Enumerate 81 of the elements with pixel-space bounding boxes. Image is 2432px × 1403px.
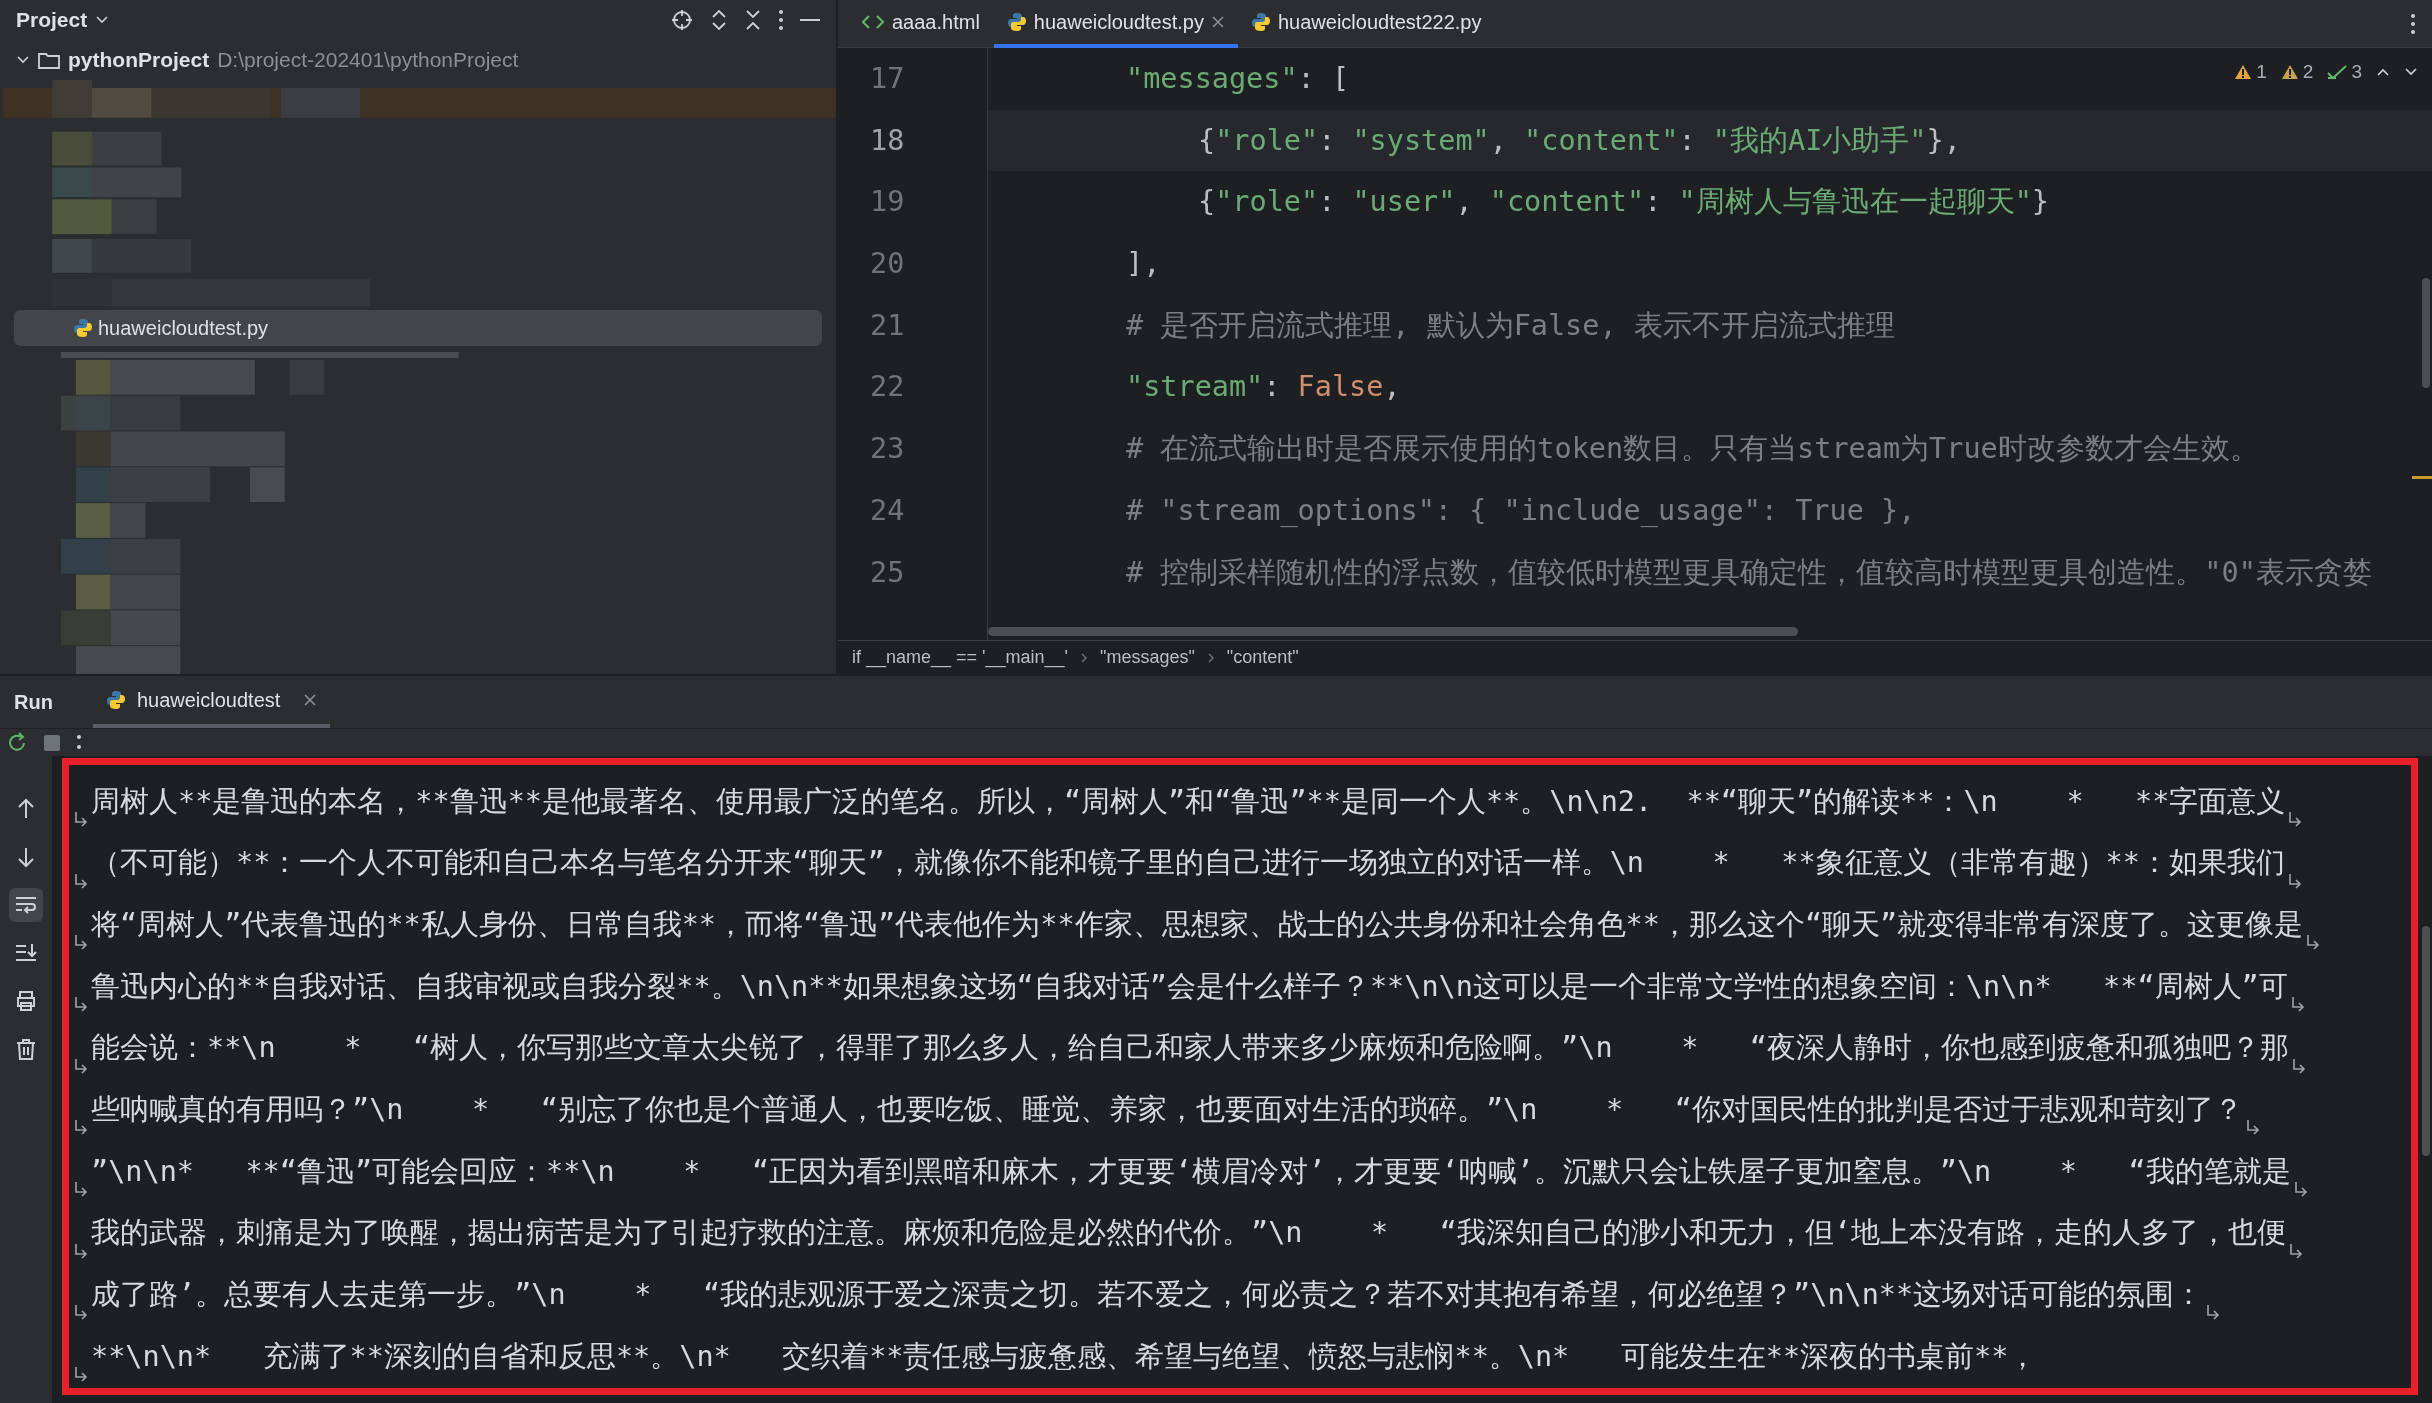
wrap-icon (73, 1119, 89, 1136)
python-file-icon (74, 318, 92, 339)
vertical-scrollbar[interactable] (2422, 926, 2430, 1157)
checkmark-icon[interactable] (2327, 64, 2348, 81)
code-brackets-icon (862, 14, 884, 30)
folder-icon (38, 50, 60, 69)
warning-marker[interactable] (2412, 476, 2432, 479)
code-line: # 控制采样随机性的浮点数，值较低时模型更具确定性，值较高时模型更具创造性。"0"表示贪婪 (1126, 554, 2372, 591)
wrap-icon (73, 1180, 89, 1197)
more-icon[interactable] (2410, 12, 2416, 35)
wrap-icon (73, 995, 89, 1012)
wrap-icon (73, 1242, 89, 1259)
breadcrumb[interactable]: "messages" (1100, 644, 1195, 671)
wrap-icon (73, 810, 89, 827)
rerun-icon[interactable] (6, 731, 28, 754)
python-file-icon (106, 690, 125, 710)
code-line: "stream": False, (1126, 369, 1401, 406)
line-number: 24 (870, 492, 906, 529)
wrap-icon (73, 1304, 89, 1321)
editor-tab[interactable]: huaweicloudtest.py (993, 0, 1238, 48)
close-icon[interactable] (1211, 16, 1224, 28)
output-line: **\n\n* 充满了**深刻的自省和反思**。\n* 交织着**责任感与疲惫感、希望与绝望、愤怒与悲悯**。\n* 可能发生在**深夜的书桌前**， (91, 1338, 2038, 1375)
output-line: 将“周树人”代表鲁迅的**私人身份、日常自我**，而将“鲁迅”代表他作为**作家、思想家、战士的公共身份和社会角色**，那么这个“聊天”就变得非常有深度了。这更像是 (91, 906, 2304, 943)
chevron-down-icon[interactable] (95, 14, 110, 25)
breadcrumb[interactable]: "content" (1226, 644, 1299, 671)
code-line: {"role": "system", "content": "我的AI小助手"}, (1198, 122, 1961, 159)
python-file-icon (1251, 12, 1270, 32)
crosshair-icon[interactable] (670, 7, 694, 32)
output-line: 成了路’。总要有人去走第一步。”\n * “我的悲观源于爱之深责之切。若不爱之，何必责之？若不对其抱有希望，何必绝望？”\n\n**这场对话可能的氛围： (91, 1277, 2204, 1314)
wrap-icon (73, 1366, 89, 1382)
tree-item[interactable]: huaweicloudtest.py (14, 310, 822, 346)
code-line: # "stream_options": { "include_usage": True }, (1126, 492, 1916, 529)
collapse-icon[interactable] (744, 7, 762, 32)
editor-tab[interactable]: aaaa.html (848, 0, 994, 48)
code-line: # 是否开启流式推理, 默认为False, 表示不开启流式推理 (1126, 307, 1895, 344)
run-tab[interactable]: huaweicloudtest (92, 676, 331, 728)
more-icon[interactable] (778, 8, 784, 31)
horizontal-scrollbar[interactable] (988, 627, 1798, 636)
line-number: 22 (870, 369, 906, 406)
panel-title[interactable]: Project (16, 4, 88, 36)
warning-icon[interactable] (2280, 64, 2299, 81)
vertical-scrollbar[interactable] (2422, 278, 2430, 388)
output-line: 些呐喊真的有用吗？”\n * “别忘了你也是个普通人，也要吃饭、睡觉、养家，也要面对生活的琐碎。”\n * “你对国民性的批判是否过于悲观和苛刻了？ (91, 1092, 2243, 1129)
line-number: 19 (870, 184, 906, 221)
output-line: 我的武器，刺痛是为了唤醒，揭出病苦是为了引起疗救的注意。麻烦和危险是必然的代价。”\n * “我深知自己的渺小和无力，但‘地上本没有路，走的人多了，也便 (91, 1215, 2287, 1252)
editor-tab[interactable]: huaweicloudtest222.py (1237, 0, 1496, 48)
output-line: 鲁迅内心的**自我对话、自我审视或自我分裂**。\n\n**如果想象这场“自我对话”会是什么样子？**\n\n这可以是一个非常文学性的想象空间：\n\n* **“周树人”可 (91, 968, 2288, 1005)
code-line: ], (1126, 246, 1161, 283)
output-line: （不可能）**：一个人不可能和自己本名与笔名分开来“聊天”，就像你不能和镜子里的自己进行一场独立的对话一样。\n * **象征意义（非常有趣）**：如果我们 (91, 845, 2285, 882)
wrap-icon (73, 1057, 89, 1074)
close-icon[interactable] (304, 694, 317, 706)
warning-icon[interactable] (2234, 64, 2253, 81)
stop-icon[interactable] (42, 732, 62, 753)
line-number: 20 (870, 246, 906, 283)
line-number: 17 (870, 61, 906, 97)
line-number: 25 (870, 554, 906, 591)
chevron-right-icon (1080, 651, 1089, 664)
wrap-icon (73, 934, 89, 951)
chevron-down-icon[interactable] (2404, 67, 2418, 78)
soft-wrap-icon[interactable] (9, 888, 43, 923)
inspection-count[interactable]: 2 (2302, 58, 2314, 87)
python-file-icon (1007, 12, 1026, 32)
tree-item[interactable]: pythonProject (68, 43, 210, 76)
output-line: 能会说：**\n * “树人，你写那些文章太尖锐了，得罪了那么多人，给自己和家人带来多少麻烦和危险啊。”\n * “夜深人静时，你也感到疲惫和孤独吧？那 (91, 1030, 2289, 1067)
output-line: ”\n\n* **“鲁迅”可能会回应：**\n * “正因为看到黑暗和麻木，才更要‘横眉冷对’，才更要‘呐喊’。沉默只会让铁屋子更加窒息。”\n * “我的笔就是 (91, 1153, 2291, 1190)
code-line: # 在流式输出时是否展示使用的token数目。只有当stream为True时改参数才会生效。 (1126, 431, 2259, 468)
chevron-up-icon[interactable] (2376, 67, 2390, 78)
panel-title: Run (14, 690, 53, 715)
code-line: {"role": "user", "content": "周树人与鲁迅在一起聊天"} (1198, 184, 2049, 221)
folder-path: D:\project-202401\pythonProject (217, 46, 519, 73)
line-number: 23 (870, 431, 906, 468)
line-number: 21 (870, 307, 906, 344)
code-line: "messages": [ (1126, 61, 1350, 97)
chevron-right-icon (1206, 651, 1215, 664)
expand-icon[interactable] (710, 7, 728, 32)
inspection-count[interactable]: 3 (2351, 58, 2362, 87)
line-number: 18 (870, 122, 906, 159)
wrap-icon (73, 872, 89, 889)
output-line: 周树人**是鲁迅的本名，**鲁迅**是他最著名、使用最广泛的笔名。所以，“周树人”和“鲁迅”**是同一个人**。\n\n2. **“聊天”的解读**：\n * **字面意义 (91, 783, 2286, 820)
breadcrumb[interactable]: if __name__ == '__main__' (852, 644, 1069, 671)
inspection-count[interactable]: 1 (2256, 58, 2267, 87)
